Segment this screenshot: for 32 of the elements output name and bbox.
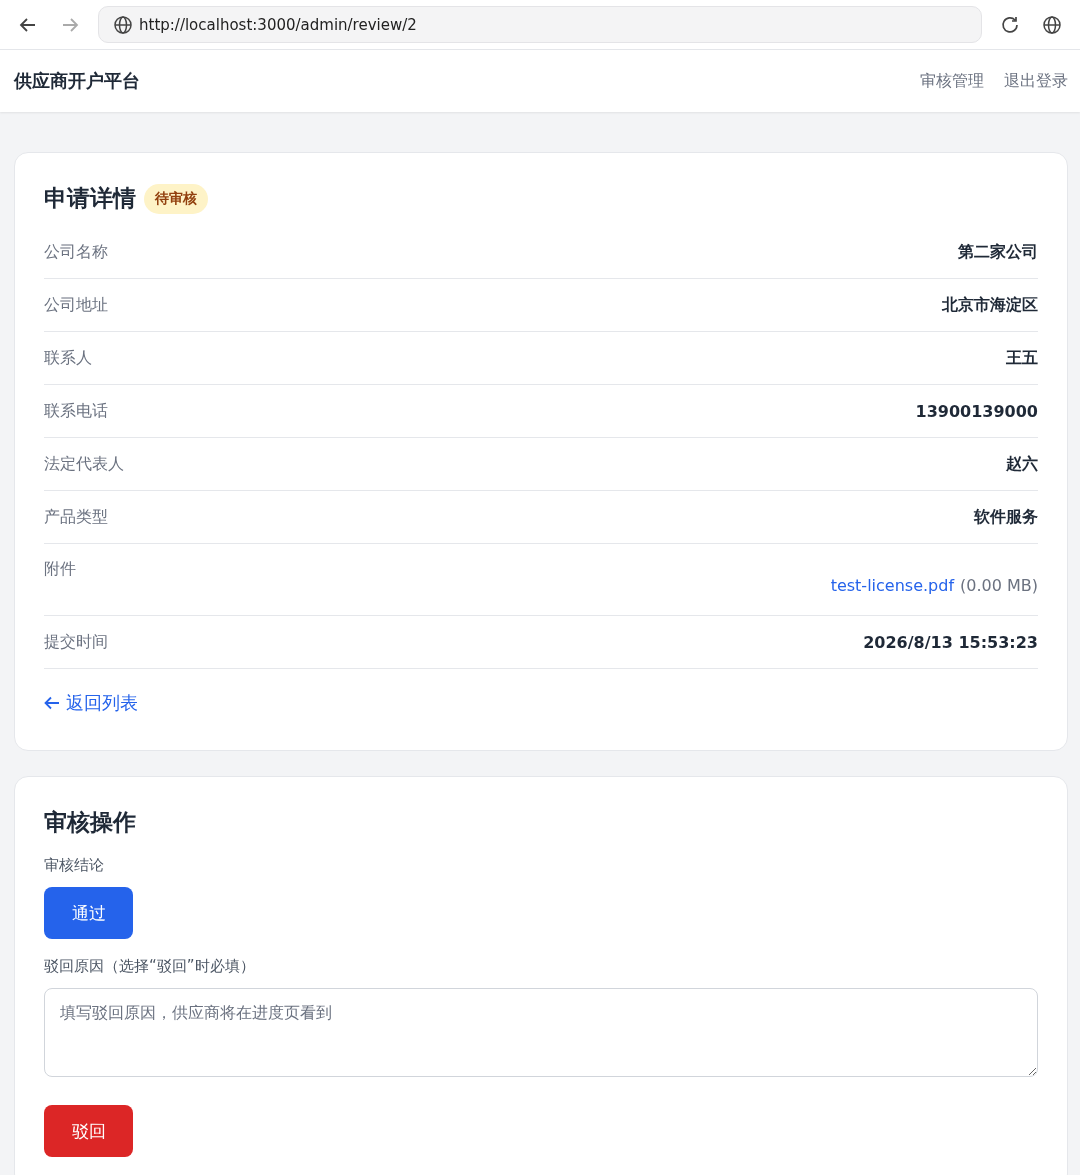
field-value: 软件服务 bbox=[974, 506, 1038, 528]
approve-button[interactable]: 通过 bbox=[44, 887, 133, 939]
field-label: 审核结论 bbox=[44, 856, 105, 875]
back-link[interactable]: 返回列表 bbox=[44, 691, 138, 715]
address-bar[interactable]: http://localhost:3000/admin/review/2 bbox=[98, 6, 982, 43]
field-value: 北京市海淀区 bbox=[942, 294, 1038, 316]
field-label: 产品类型 bbox=[44, 506, 108, 528]
nav-link[interactable]: 退出登录 bbox=[1004, 70, 1068, 92]
nav-link[interactable]: 审核管理 bbox=[920, 70, 984, 92]
reason-field[interactable]: 填写驳回原因，供应商将在进度页看到 bbox=[44, 988, 1038, 1077]
section-title: 审核操作 bbox=[44, 808, 137, 837]
field-value: 王五 bbox=[1006, 347, 1038, 369]
field-label: 联系电话 bbox=[44, 400, 108, 422]
field-label: 法定代表人 bbox=[44, 453, 124, 475]
arrow-left-icon bbox=[44, 696, 60, 710]
field-label: 公司名称 bbox=[44, 241, 108, 263]
site-title: 供应商开户平台 bbox=[14, 69, 140, 93]
file-link[interactable]: test-license.pdf bbox=[830, 576, 954, 595]
field-label: 联系人 bbox=[44, 347, 92, 369]
field-label: 附件 bbox=[44, 558, 76, 580]
globe-icon bbox=[113, 14, 133, 35]
file-size: (0.00 MB) bbox=[960, 576, 1038, 595]
field-value: 2026/8/13 15:53:23 bbox=[863, 632, 1038, 652]
field-value: 第二家公司 bbox=[958, 241, 1038, 263]
field-label: 公司地址 bbox=[44, 294, 108, 316]
field-value: 13900139000 bbox=[915, 401, 1038, 421]
field-label: 驳回原因（选择“驳回”时必填） bbox=[44, 957, 256, 976]
section-title: 申请详情 bbox=[44, 184, 136, 213]
field-value: 赵六 bbox=[1006, 453, 1038, 475]
status-badge: 待审核 bbox=[144, 183, 208, 214]
reject-button[interactable]: 驳回 bbox=[44, 1105, 133, 1157]
field-label: 提交时间 bbox=[44, 631, 108, 653]
